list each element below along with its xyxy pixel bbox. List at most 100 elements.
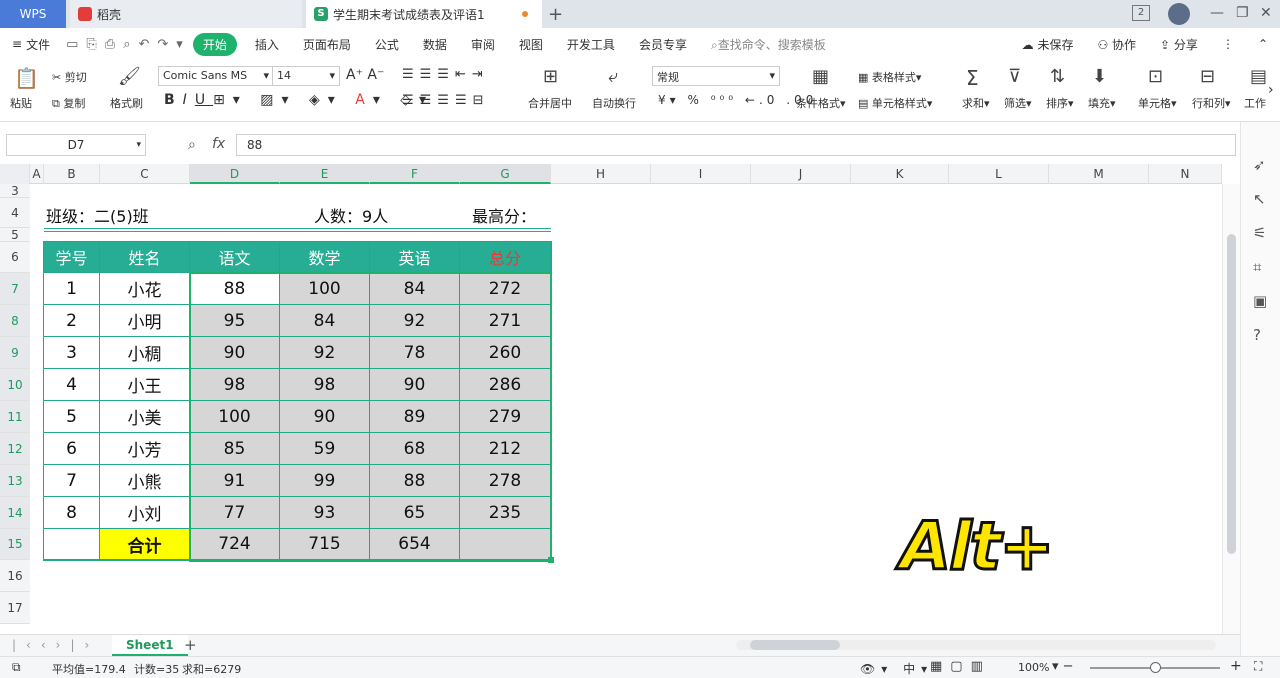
header-math[interactable]: 数学 <box>280 242 370 273</box>
row-header-15[interactable]: 15 <box>0 529 30 560</box>
row-header-17[interactable]: 17 <box>0 592 30 624</box>
table-cell[interactable]: 92 <box>370 305 460 337</box>
table-cell[interactable]: 100 <box>280 273 370 305</box>
table-cell[interactable]: 212 <box>460 433 551 465</box>
col-header-e[interactable]: E <box>280 164 370 184</box>
fullscreen-icon[interactable]: ⛶ <box>1254 659 1262 674</box>
sheet-tab-sheet1[interactable]: Sheet1 <box>112 635 188 656</box>
row-header-9[interactable]: 9 <box>0 337 30 369</box>
row-header-7[interactable]: 7 <box>0 273 30 305</box>
tab-document[interactable]: S 学生期末考试成绩表及评语1 <box>306 0 542 28</box>
table-cell[interactable]: 90 <box>190 337 280 369</box>
col-header-h[interactable]: H <box>551 164 651 184</box>
worksheet-button[interactable]: 工作 <box>1244 95 1266 111</box>
auto-wrap-button[interactable]: 自动换行 <box>592 95 636 111</box>
col-header-m[interactable]: M <box>1049 164 1149 184</box>
row-header-10[interactable]: 10 <box>0 369 30 401</box>
help-icon[interactable]: ? <box>1253 326 1261 344</box>
table-cell[interactable]: 小熊 <box>100 465 190 497</box>
settings-sliders-icon[interactable]: ⚟ <box>1253 224 1266 242</box>
table-cell[interactable]: 5 <box>44 401 100 433</box>
col-header-l[interactable]: L <box>949 164 1049 184</box>
header-name[interactable]: 姓名 <box>100 242 190 273</box>
table-cell[interactable]: 286 <box>460 369 551 401</box>
rocket-icon[interactable]: ➶ <box>1253 156 1266 174</box>
menu-file[interactable]: 文件 <box>26 36 62 53</box>
table-cell[interactable]: 6 <box>44 433 100 465</box>
fx-icon[interactable]: fx <box>212 136 225 152</box>
rowcol-button[interactable]: 行和列▾ <box>1192 95 1231 111</box>
table-cell[interactable]: 278 <box>460 465 551 497</box>
window-count-icon[interactable]: 2 <box>1132 5 1150 21</box>
table-cell[interactable]: 272 <box>460 273 551 305</box>
row-header-12[interactable]: 12 <box>0 433 30 465</box>
table-cell[interactable]: 77 <box>190 497 280 529</box>
col-header-f[interactable]: F <box>370 164 460 184</box>
collapse-ribbon-icon[interactable]: ⌃ <box>1246 37 1280 51</box>
row-header-14[interactable]: 14 <box>0 497 30 529</box>
header-chinese[interactable]: 语文 <box>190 242 280 273</box>
tab-wps[interactable]: WPS <box>0 0 66 28</box>
cond-format-button[interactable]: 条件格式▾ <box>796 95 846 111</box>
row-header-13[interactable]: 13 <box>0 465 30 497</box>
table-cell[interactable]: 715 <box>280 529 370 560</box>
row-header-4[interactable]: 4 <box>0 198 30 228</box>
header-id[interactable]: 学号 <box>44 242 100 273</box>
vertical-scrollbar[interactable] <box>1222 184 1240 634</box>
header-english[interactable]: 英语 <box>370 242 460 273</box>
image-icon[interactable]: ▣ <box>1253 292 1267 310</box>
quick-more-icon[interactable]: ▾ <box>172 37 187 52</box>
redo-icon[interactable]: ↷ <box>153 37 172 52</box>
zoom-slider-thumb[interactable] <box>1150 662 1161 673</box>
paste-button[interactable]: 粘贴 <box>10 95 32 111</box>
zoom-formula-icon[interactable]: ⌕ <box>188 137 196 153</box>
add-sheet-icon[interactable]: + <box>184 636 197 654</box>
font-size-select[interactable]: 14 ▾ <box>272 66 340 86</box>
table-cell[interactable]: 小花 <box>100 273 190 305</box>
new-tab-icon[interactable]: + <box>548 4 563 25</box>
table-cell[interactable]: 65 <box>370 497 460 529</box>
menu-review[interactable]: 审阅 <box>459 36 507 53</box>
font-style-buttons[interactable]: BIU⊞▾ ▨▾ ◈▾ A▾ ◇▾ <box>164 92 434 108</box>
name-box[interactable]: D7 ▾ <box>6 134 146 156</box>
table-cell[interactable]: 89 <box>370 401 460 433</box>
fill-icon[interactable]: ⬇ <box>1092 66 1107 87</box>
table-cell[interactable]: 4 <box>44 369 100 401</box>
font-name-select[interactable]: Comic Sans MS ▾ <box>158 66 274 86</box>
table-cell[interactable] <box>44 529 100 560</box>
rowcol-icon[interactable]: ⊟ <box>1200 66 1215 87</box>
table-cell[interactable]: 93 <box>280 497 370 529</box>
cut-button[interactable]: ✂ 剪切 <box>52 69 87 85</box>
number-buttons[interactable]: ¥▾ % ⁰⁰⁰ ←.0 .00 <box>658 93 817 107</box>
col-header-k[interactable]: K <box>851 164 949 184</box>
col-header-b[interactable]: B <box>44 164 100 184</box>
unsaved-status[interactable]: ☁ 未保存 <box>1010 36 1086 53</box>
row-header-8[interactable]: 8 <box>0 305 30 337</box>
number-format-select[interactable]: 常规 ▾ <box>652 66 780 86</box>
col-header-n[interactable]: N <box>1149 164 1222 184</box>
layout-view-icons[interactable]: ▦▢▥ <box>930 659 991 674</box>
minimize-icon[interactable]: — <box>1210 5 1224 21</box>
table-cell[interactable]: 小稠 <box>100 337 190 369</box>
table-cell[interactable]: 90 <box>370 369 460 401</box>
view-mode-icons[interactable]: 👁▾ 中▾ <box>860 660 933 677</box>
save-icon[interactable]: ▭ <box>62 37 82 52</box>
table-cell[interactable]: 88 <box>370 465 460 497</box>
select-all-corner[interactable] <box>0 164 30 184</box>
row-header-3[interactable]: 3 <box>0 184 30 198</box>
export-icon[interactable]: ⎘ <box>82 37 100 52</box>
row-header-16[interactable]: 16 <box>0 560 30 592</box>
menu-formula[interactable]: 公式 <box>363 36 411 53</box>
table-cell[interactable]: 654 <box>370 529 460 560</box>
share-button[interactable]: ⇪ 分享 <box>1148 36 1210 53</box>
cell-style-button[interactable]: ▤ 单元格样式▾ <box>858 95 932 111</box>
cond-format-icon[interactable]: ▦ <box>812 66 829 87</box>
fill-handle[interactable] <box>548 557 554 563</box>
copy-button[interactable]: ⧉ 复制 <box>52 95 85 111</box>
merge-center-button[interactable]: 合并居中 <box>528 95 572 111</box>
table-cell[interactable]: 279 <box>460 401 551 433</box>
menu-insert[interactable]: 插入 <box>243 36 291 53</box>
worksheet-icon[interactable]: ▤ <box>1250 66 1267 87</box>
horizontal-scrollbar-thumb[interactable] <box>750 640 840 650</box>
table-cell[interactable]: 2 <box>44 305 100 337</box>
